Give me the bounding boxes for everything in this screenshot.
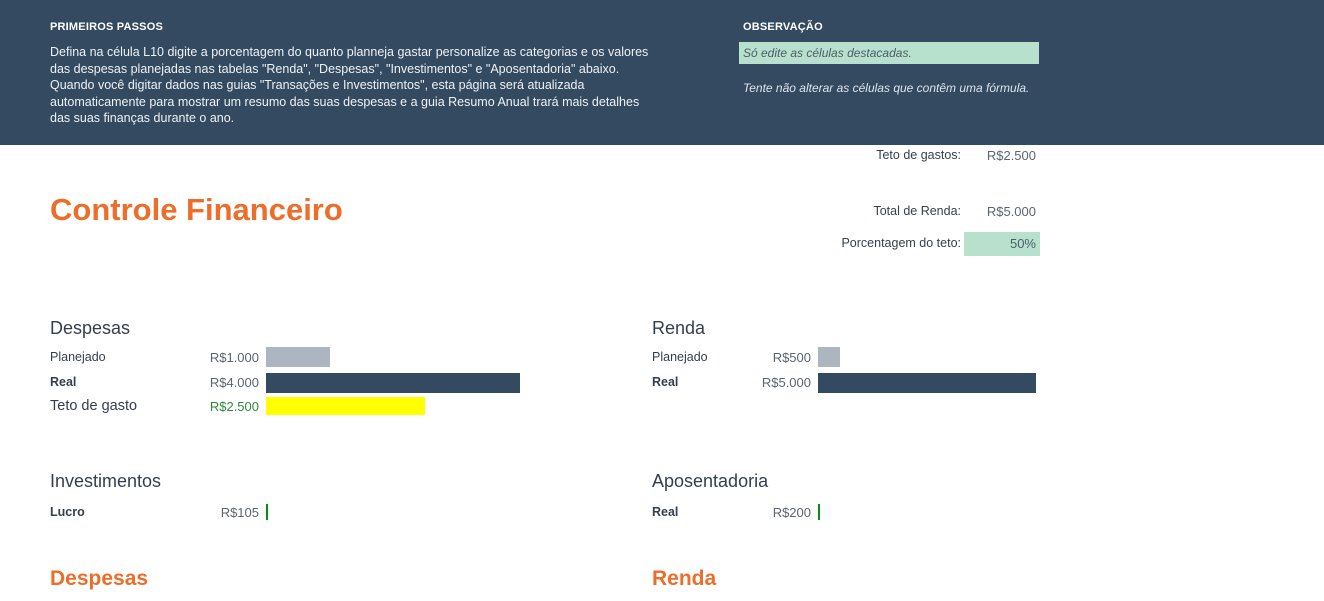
expenses-planned-value[interactable]: R$1.000 xyxy=(180,350,259,365)
total-income-label: Total de Renda: xyxy=(873,204,961,218)
investments-profit-value[interactable]: R$105 xyxy=(180,505,259,520)
cap-percentage-label: Porcentagem do teto: xyxy=(841,236,961,250)
getting-started-text-2: Quando você digitar dados nas guias "Tra… xyxy=(50,78,640,125)
income-real-value[interactable]: R$5.000 xyxy=(740,375,811,390)
expenses-table-title: Despesas xyxy=(50,567,149,590)
observation-panel: OBSERVAÇÃO Só edite as células destacada… xyxy=(739,21,1043,95)
income-section-title: Renda xyxy=(652,318,706,338)
page-title: Controle Financeiro xyxy=(50,192,343,227)
income-planned-bar xyxy=(818,347,840,367)
observation-heading: OBSERVAÇÃO xyxy=(743,21,823,33)
getting-started-panel: PRIMEIROS PASSOS Defina na célula L10 di… xyxy=(50,21,650,127)
spending-cap-value[interactable]: R$2.500 xyxy=(966,148,1036,163)
investments-profit-label: Lucro xyxy=(50,505,85,519)
expenses-planned-bar xyxy=(266,347,330,367)
expenses-real-value[interactable]: R$4.000 xyxy=(180,375,259,390)
getting-started-heading: PRIMEIROS PASSOS xyxy=(50,21,164,33)
expenses-cap-value[interactable]: R$2.500 xyxy=(180,399,259,414)
investments-section-title: Investimentos xyxy=(50,471,162,491)
formula-cells-note: Tente não alterar as células que contêm … xyxy=(743,81,1030,95)
expenses-section-title: Despesas xyxy=(50,318,131,338)
expenses-real-bar xyxy=(266,373,520,393)
retirement-real-value[interactable]: R$200 xyxy=(740,505,811,520)
retirement-section-title: Aposentadoria xyxy=(652,471,769,491)
investments-profit-bar xyxy=(266,504,268,520)
cap-percentage-cell[interactable]: 50% xyxy=(964,232,1040,256)
income-planned-value[interactable]: R$500 xyxy=(740,350,811,365)
instructions-banner: PRIMEIROS PASSOS Defina na célula L10 di… xyxy=(0,0,1324,145)
income-planned-label: Planejado xyxy=(652,350,708,364)
spending-cap-label: Teto de gastos: xyxy=(876,148,961,162)
expenses-real-label: Real xyxy=(50,375,77,389)
editable-cells-note[interactable]: Só edite as células destacadas. xyxy=(739,42,1039,64)
retirement-real-bar xyxy=(818,504,820,520)
total-income-value[interactable]: R$5.000 xyxy=(966,204,1036,219)
income-real-bar xyxy=(818,373,1036,393)
getting-started-text-1: Defina na célula L10 digite a porcentage… xyxy=(50,45,649,76)
expenses-planned-label: Planejado xyxy=(50,350,106,364)
expenses-cap-label: Teto de gasto xyxy=(50,398,138,414)
expenses-cap-bar xyxy=(266,397,425,415)
income-real-label: Real xyxy=(652,375,679,389)
cap-percentage-value: 50% xyxy=(1009,236,1036,251)
income-table-title: Renda xyxy=(652,567,717,590)
retirement-real-label: Real xyxy=(652,505,679,519)
